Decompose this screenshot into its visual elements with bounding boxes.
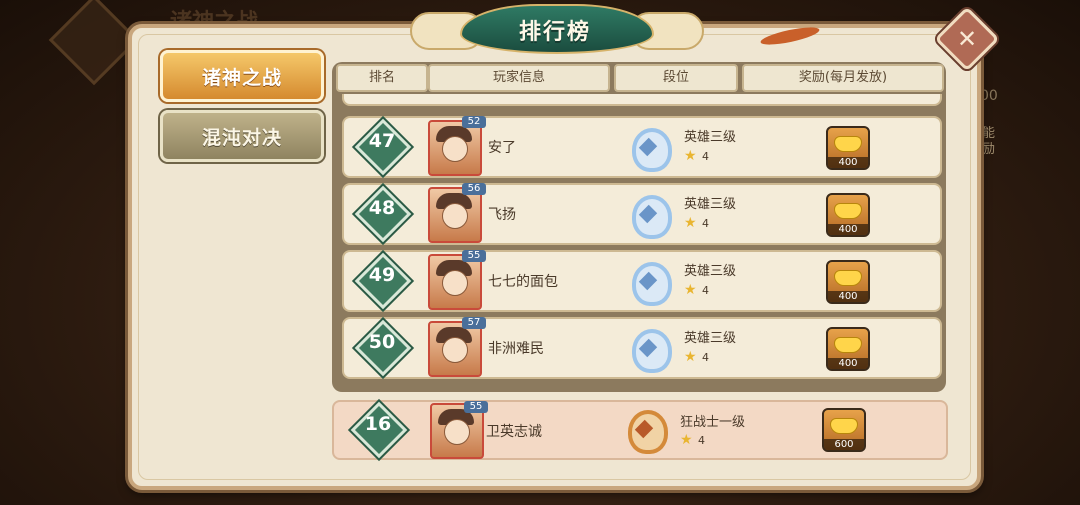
- reward-amount: 400: [828, 157, 868, 168]
- rank-number: 49: [368, 264, 396, 286]
- star-icon: ★: [684, 215, 697, 231]
- gold-ingot-reward-icon[interactable]: 400: [826, 193, 870, 237]
- rank-number: 47: [368, 130, 396, 152]
- self-rank-row[interactable]: 16 55 卫英志诚 狂战士一级 ★ 4 600: [332, 400, 948, 460]
- gold-ingot-reward-icon[interactable]: 400: [826, 126, 870, 170]
- star-icon: ★: [684, 282, 697, 298]
- reward-amount: 600: [824, 439, 864, 450]
- level-badge: 55: [462, 250, 486, 262]
- tab-chaos-duel[interactable]: 混沌对决: [160, 110, 324, 162]
- star-count: 4: [698, 434, 705, 447]
- star-icon: ★: [684, 148, 697, 164]
- tier-name: 英雄三级: [684, 331, 737, 346]
- avatar[interactable]: [428, 120, 482, 176]
- gold-ingot-reward-icon[interactable]: 600: [822, 408, 866, 452]
- reward-amount: 400: [828, 291, 868, 302]
- page-title: 排行榜: [518, 20, 591, 45]
- tier-name: 英雄三级: [684, 197, 737, 212]
- tab-gods-battle[interactable]: 诸神之战: [160, 50, 324, 102]
- header-rank: 排名: [336, 64, 428, 92]
- hero-tier-icon: [628, 191, 672, 239]
- table-row-partial: [342, 94, 942, 106]
- berserker-tier-icon: [624, 406, 668, 454]
- player-name: 飞扬: [488, 207, 516, 223]
- rank-number: 16: [364, 413, 392, 435]
- player-name: 卫英志诚: [486, 424, 542, 440]
- hero-tier-icon: [628, 258, 672, 306]
- hero-tier-icon: [628, 325, 672, 373]
- reward-amount: 400: [828, 358, 868, 369]
- gold-ingot-reward-icon[interactable]: 400: [826, 327, 870, 371]
- star-count: 4: [702, 150, 709, 163]
- level-badge: 55: [464, 401, 488, 413]
- avatar[interactable]: [428, 321, 482, 377]
- player-name: 七七的面包: [488, 274, 558, 290]
- table-row[interactable]: 50 57 非洲难民 英雄三级 ★ 4 400: [342, 317, 942, 379]
- player-name: 非洲难民: [488, 341, 544, 357]
- reward-amount: 400: [828, 224, 868, 235]
- star-count: 4: [702, 217, 709, 230]
- star-count: 4: [702, 351, 709, 364]
- tier-name: 狂战士一级: [680, 415, 746, 430]
- title-banner: 排行榜: [390, 0, 704, 54]
- ranking-list[interactable]: 47 52 安了 英雄三级 ★ 4 400 48 56 飞扬 英雄三级 ★ 4 …: [338, 94, 942, 386]
- header-tier: 段位: [614, 64, 738, 92]
- table-row[interactable]: 48 56 飞扬 英雄三级 ★ 4 400: [342, 183, 942, 245]
- background-side-text: 能励: [982, 126, 996, 157]
- player-name: 安了: [488, 140, 516, 156]
- star-icon: ★: [684, 349, 697, 365]
- background-back-button: [48, 0, 140, 86]
- level-badge: 57: [462, 317, 486, 329]
- gold-ingot-reward-icon[interactable]: 400: [826, 260, 870, 304]
- avatar[interactable]: [428, 187, 482, 243]
- background-side-number: 00: [980, 88, 998, 104]
- avatar[interactable]: [428, 254, 482, 310]
- level-badge: 52: [462, 116, 486, 128]
- close-icon: ✕: [956, 25, 978, 53]
- star-icon: ★: [680, 432, 693, 448]
- table-header: 排名 玩家信息 段位 奖励(每月发放): [336, 64, 944, 92]
- hero-tier-icon: [628, 124, 672, 172]
- tier-name: 英雄三级: [684, 264, 737, 279]
- star-count: 4: [702, 284, 709, 297]
- rank-number: 50: [368, 331, 396, 353]
- header-reward: 奖励(每月发放): [742, 64, 944, 92]
- table-row[interactable]: 47 52 安了 英雄三级 ★ 4 400: [342, 116, 942, 178]
- header-player: 玩家信息: [428, 64, 610, 92]
- level-badge: 56: [462, 183, 486, 195]
- table-row[interactable]: 49 55 七七的面包 英雄三级 ★ 4 400: [342, 250, 942, 312]
- tier-name: 英雄三级: [684, 130, 737, 145]
- rank-number: 48: [368, 197, 396, 219]
